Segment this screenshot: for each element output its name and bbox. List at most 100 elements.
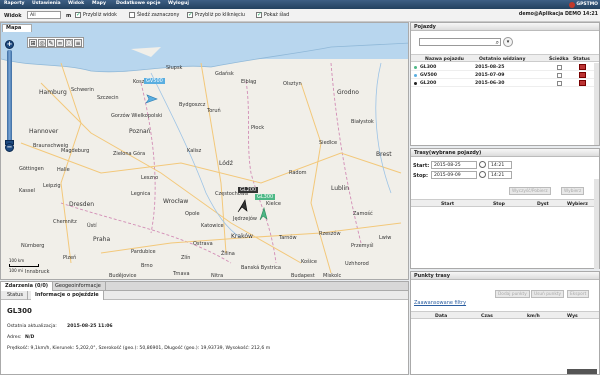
vehicle-row-gv500[interactable]: GV500 2015-07-09 [411,71,599,79]
map-label: Schwerin [71,87,94,93]
add-points-button[interactable]: Dodaj punkty [495,290,530,298]
clear-fetch-button[interactable]: Wyczyść/Pobierz [509,187,551,195]
map-label: Hannover [29,128,59,135]
map-label: Poznań [129,128,151,135]
link-icon[interactable]: ∞ [56,39,64,47]
tab-zdarzenia[interactable]: Zdarzenia (0/0) [1,282,54,291]
address-label: Adres: [7,335,22,340]
map-label: Košice [301,259,317,265]
map-label: Plzeň [63,255,77,261]
map-label: Kalisz [187,148,202,154]
menu-wyloguj[interactable]: Wyloguj [168,1,189,6]
vehicles-panel: Pojazdy ⌕ ▾ Nazwa pojazdu Ostatnio widzi… [410,22,600,146]
start-time-field[interactable]: 14:21 [488,161,512,169]
map-label: Chemnitz [53,219,77,225]
map-label: Białystok [351,119,374,125]
points-table-header: Data Czas km/h Wys [411,311,599,319]
start-date-field[interactable]: 2015-08-25 [431,161,477,169]
menu-ustawienia[interactable]: Ustawienia [32,1,61,6]
status-icon [579,72,586,78]
layers-icon[interactable]: ≡ [74,39,82,47]
map-label: Słupsk [166,65,183,71]
path-checkbox[interactable] [557,72,562,78]
col-start[interactable]: Start [441,202,454,207]
status-icon [579,80,586,86]
zoom-in-button[interactable]: + [5,40,14,49]
export-button[interactable]: Eksport [567,290,590,298]
col-sciezka[interactable]: Ścieżka [549,57,569,62]
clock-icon[interactable] [479,171,486,178]
vehicle-marker-gv500[interactable] [145,94,159,104]
status-icon [579,64,586,70]
map-tab[interactable]: Mapa [2,24,32,32]
vehicle-label-gl300[interactable]: GL300 [255,194,276,200]
stop-date-field[interactable]: 2015-09-09 [431,171,477,179]
user-info: demo@Aplikacja DEMO 14:21 [518,12,598,17]
zoom-slider[interactable] [7,50,12,142]
target-icon[interactable]: ◎ [38,39,46,47]
widok-select[interactable]: All [27,11,61,19]
col-stop[interactable]: Stop [493,202,505,207]
vehicle-marker-gl200[interactable] [237,199,249,213]
zoom-box-icon[interactable]: ⊞ [29,39,37,47]
menu-widok[interactable]: Widok [68,1,84,6]
tab-informacje-o-pojezdzie[interactable]: Informacje o pojeździe [31,291,104,300]
tab-geogeoinformacje[interactable]: Geogeoinformacje [51,282,106,291]
vehicles-scrollbar[interactable] [594,63,599,145]
map-panel[interactable]: Hamburg Schwerin Hannover Poznań Lódź Kr… [0,22,409,280]
last-update-label: Ostatnia aktualizacja: [7,324,57,329]
zoom-out-button[interactable]: − [5,143,14,152]
col-kmh[interactable]: km/h [527,314,540,319]
routes-scrollbar[interactable] [594,179,599,269]
measure-icon[interactable]: ✎ [47,39,55,47]
vehicles-table-header: Nazwa pojazdu Ostatnio widziany Ścieżka … [411,54,599,62]
menu-dodatkowe-opcje[interactable]: Dodatkowe opcje [116,1,160,6]
checkbox-sledz-zaznaczony[interactable] [129,12,135,18]
path-checkbox[interactable] [557,80,562,86]
select-button[interactable]: Wybierz [561,187,585,195]
vehicle-row-gl200[interactable]: GL200 2015-06-30 [411,79,599,87]
checkbox-przybliz-widok-label: Przybliż widok [83,12,117,18]
map-label: Rzeszów [319,231,341,237]
menu-raporty[interactable]: Raporty [4,1,25,6]
path-checkbox[interactable] [557,64,562,70]
map-label: Miskolc [323,273,342,279]
vehicle-search-input[interactable]: ⌕ [419,38,501,46]
map-label: Bydgoszcz [179,102,206,108]
clock-icon[interactable] [479,161,486,168]
advanced-filters-link[interactable]: Zaawansowane filtry [414,300,466,306]
checkbox-pokaz-slad-label: Pokaż ślad [264,12,290,18]
col-dyst[interactable]: Dyst [537,202,549,207]
checkbox-pokaz-slad[interactable] [256,11,262,18]
brand-name: GPSTMO [576,2,598,7]
stop-time-field[interactable]: 14:21 [488,171,512,179]
remove-points-button[interactable]: Usuń punkty [531,290,565,298]
vehicle-marker-gl300[interactable] [258,207,268,221]
col-ostatnio[interactable]: Ostatnio widziany [479,57,525,62]
checkbox-przybliz-widok[interactable] [75,11,81,18]
menu-mapy[interactable]: Mapy [92,1,106,6]
vehicle-row-date: 2015-06-30 [475,80,505,86]
info-icon[interactable]: ⓘ [65,39,73,47]
search-icon[interactable]: ⌕ [496,39,499,46]
map-label: Kraków [231,233,253,240]
vehicle-label-gv500[interactable]: GV500 [144,78,165,84]
col-wybierz[interactable]: Wybierz [567,202,588,207]
vehicle-label-gl200[interactable]: GL200 [238,187,259,193]
tab-status[interactable]: Status [3,291,28,300]
map-label: Kielce [266,201,281,207]
checkbox-przybliz-po-kliknieciu[interactable] [187,11,193,18]
stop-date-value: 2015-09-09 [434,173,461,178]
vehicle-row-gl300[interactable]: GL300 2015-08-25 [411,63,599,71]
col-data[interactable]: Data [435,314,447,319]
chevron-down-icon[interactable]: ▾ [503,37,513,47]
col-wys[interactable]: Wys [567,314,578,319]
map-label: Legnica [131,191,151,197]
map-label: Przemyśl [351,243,374,249]
col-czas[interactable]: Czas [481,314,493,319]
map-label: Płock [251,125,265,131]
map-label: Kassel [19,188,35,194]
col-nazwa[interactable]: Nazwa pojazdu [425,57,464,62]
col-status[interactable]: Status [573,57,590,62]
map-label: Lódź [219,160,233,167]
